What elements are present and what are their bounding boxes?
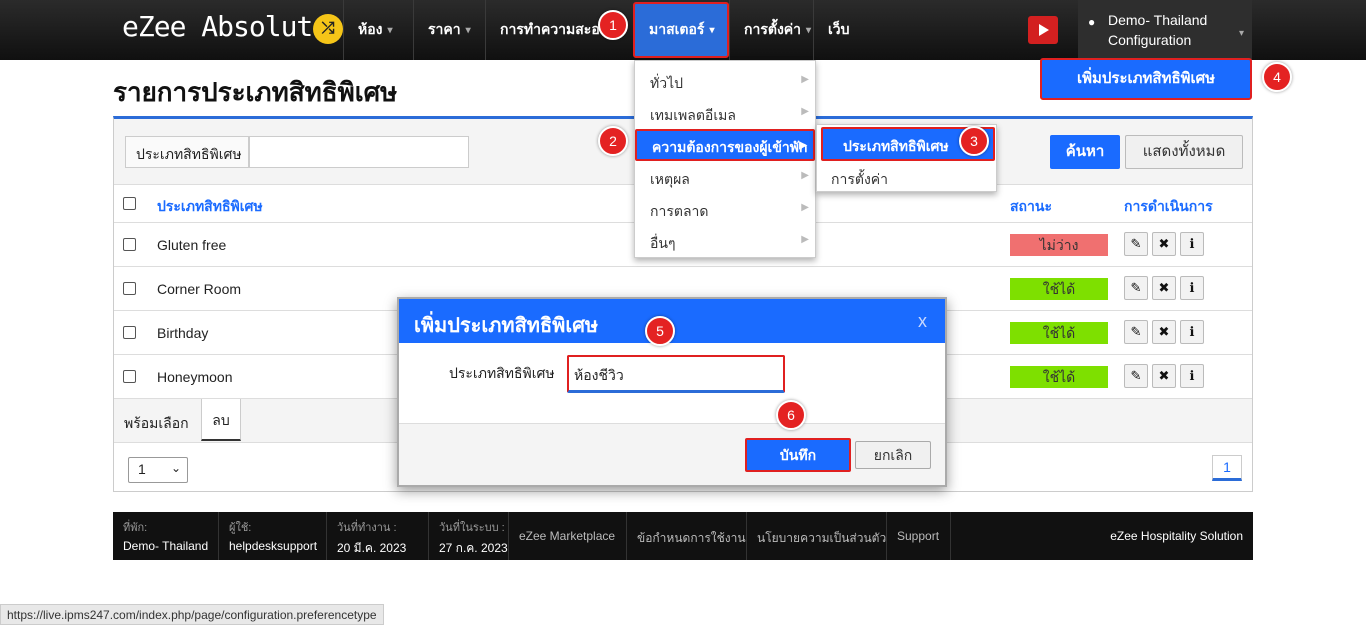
- footer-user: ผู้ใช้: helpdesksupport: [219, 512, 327, 560]
- chevron-down-icon: ▾: [1238, 28, 1244, 39]
- chevron-right-icon: ▶: [801, 74, 809, 85]
- menu-item-marketing[interactable]: การตลาด ▶: [635, 193, 815, 225]
- user-menu[interactable]: ● Demo- Thailand Configuration ▾: [1078, 0, 1252, 60]
- page-title: รายการประเภทสิทธิพิเศษ: [113, 77, 398, 107]
- column-header-name[interactable]: ประเภทสิทธิพิเศษ: [157, 196, 263, 218]
- footer-link-privacy[interactable]: นโยบายความเป็นส่วนตัว: [747, 512, 887, 560]
- column-header-status: สถานะ: [1010, 198, 1052, 214]
- pencil-icon[interactable]: ✎: [1124, 276, 1148, 300]
- show-all-button[interactable]: แสดงทั้งหมด: [1125, 135, 1243, 169]
- footer-link-marketplace[interactable]: eZee Marketplace: [509, 512, 627, 560]
- select-all-checkbox[interactable]: [123, 197, 136, 210]
- search-button[interactable]: ค้นหา: [1050, 135, 1120, 169]
- step-marker-2: 2: [598, 126, 628, 156]
- pencil-icon[interactable]: ✎: [1124, 320, 1148, 344]
- filter-label: ประเภทสิทธิพิเศษ: [125, 136, 249, 168]
- nav-web[interactable]: เว็บ: [813, 0, 863, 60]
- chevron-down-icon: ▾: [465, 24, 471, 36]
- master-dropdown-menu: ทั่วไป ▶ เทมเพลตอีเมล ▶ ความต้องการของผู้เ…: [634, 60, 816, 258]
- menu-item-guest-preferences[interactable]: ความต้องการของผู้เข้าพัก ▶: [635, 129, 815, 161]
- info-icon[interactable]: ℹ: [1180, 320, 1204, 344]
- chevron-right-icon: ▶: [801, 202, 809, 213]
- nav-settings[interactable]: การตั้งค่า ▾: [729, 0, 813, 60]
- user-icon: ●: [1088, 15, 1096, 29]
- preference-type-input[interactable]: ห้องชีวิว: [567, 355, 785, 393]
- row-name: Corner Room: [157, 281, 242, 297]
- chevron-right-icon: ▶: [801, 106, 809, 117]
- cancel-button[interactable]: ยกเลิก: [855, 441, 931, 469]
- row-checkbox[interactable]: [123, 282, 136, 295]
- pencil-icon[interactable]: ✎: [1124, 232, 1148, 256]
- status-badge[interactable]: ใช้ได้: [1010, 322, 1108, 344]
- row-name: Honeymoon: [157, 369, 233, 385]
- youtube-icon[interactable]: [1028, 16, 1058, 44]
- footer-brand[interactable]: eZee Hospitality Solution: [1110, 529, 1243, 543]
- page-size-select[interactable]: 1 ⌄: [128, 457, 188, 483]
- row-name: Gluten free: [157, 237, 227, 253]
- chevron-down-icon: ▾: [709, 24, 715, 36]
- nav-rates[interactable]: ราคา ▾: [413, 0, 485, 60]
- info-icon[interactable]: ℹ: [1180, 232, 1204, 256]
- modal-footer: บันทึก ยกเลิก: [399, 423, 945, 485]
- footer-system-date: วันที่ในระบบ : 27 ก.ค. 2023: [429, 512, 509, 560]
- footer-workday: วันที่ทำงาน : 20 มี.ค. 2023: [327, 512, 429, 560]
- modal-title: เพิ่มประเภทสิทธิพิเศษ: [414, 315, 599, 337]
- close-icon[interactable]: ✖: [1152, 364, 1176, 388]
- preference-type-label: ประเภทสิทธิพิเศษ: [449, 365, 555, 381]
- delete-tab[interactable]: ลบ: [201, 399, 241, 441]
- status-badge[interactable]: ใช้ได้: [1010, 366, 1108, 388]
- nav-rooms[interactable]: ห้อง ▾: [343, 0, 413, 60]
- info-icon[interactable]: ℹ: [1180, 276, 1204, 300]
- step-marker-6: 6: [776, 400, 806, 430]
- chevron-right-icon: ▶: [801, 234, 809, 245]
- user-role: Configuration: [1108, 32, 1192, 48]
- nav-master[interactable]: มาสเตอร์ ▾: [633, 2, 729, 58]
- pencil-icon[interactable]: ✎: [1124, 364, 1148, 388]
- app-logo[interactable]: eZee Absolute: [122, 10, 329, 43]
- chevron-down-icon: ▾: [806, 24, 812, 36]
- app-footer: ที่พัก: Demo- Thailand ผู้ใช้: helpdesks…: [113, 512, 1253, 560]
- menu-item-email-templates[interactable]: เทมเพลตอีเมล ▶: [635, 97, 815, 129]
- pagination-page[interactable]: 1: [1212, 455, 1242, 481]
- footer-property: ที่พัก: Demo- Thailand: [113, 512, 219, 560]
- row-checkbox[interactable]: [123, 238, 136, 251]
- info-icon[interactable]: ℹ: [1180, 364, 1204, 388]
- top-navbar: eZee Absolute ⤮ ห้อง ▾ ราคา ▾ การทำความสะอ…: [0, 0, 1366, 60]
- shuffle-icon[interactable]: ⤮: [313, 14, 343, 44]
- save-button[interactable]: บันทึก: [745, 438, 851, 472]
- menu-item-general[interactable]: ทั่วไป ▶: [635, 65, 815, 97]
- close-icon[interactable]: ✖: [1152, 276, 1176, 300]
- step-marker-5: 5: [645, 316, 675, 346]
- close-icon[interactable]: ✖: [1152, 320, 1176, 344]
- user-name: Demo- Thailand: [1108, 12, 1208, 28]
- browser-status-url: https://live.ipms247.com/index.php/page/…: [0, 604, 384, 625]
- submenu-item-settings[interactable]: การตั้งค่า: [831, 169, 888, 191]
- chevron-right-icon: ▶: [801, 170, 809, 181]
- row-name: Birthday: [157, 325, 209, 341]
- row-checkbox[interactable]: [123, 326, 136, 339]
- ready-select-label: พร้อมเลือก: [124, 415, 189, 431]
- chevron-down-icon: ⌄: [170, 461, 181, 475]
- step-marker-1: 1: [598, 10, 628, 40]
- close-icon[interactable]: ✖: [1152, 232, 1176, 256]
- add-preference-type-button[interactable]: เพิ่มประเภทสิทธิพิเศษ: [1040, 58, 1252, 100]
- footer-link-support[interactable]: Support: [887, 512, 951, 560]
- chevron-right-icon: ▶: [799, 140, 807, 151]
- step-marker-4: 4: [1262, 62, 1292, 92]
- chevron-down-icon: ▾: [387, 24, 393, 36]
- menu-item-reasons[interactable]: เหตุผล ▶: [635, 161, 815, 193]
- close-icon[interactable]: x: [918, 311, 927, 332]
- filter-input[interactable]: [249, 136, 469, 168]
- status-badge[interactable]: ไม่ว่าง: [1010, 234, 1108, 256]
- step-marker-3: 3: [959, 126, 989, 156]
- footer-link-terms[interactable]: ข้อกำหนดการใช้งาน: [627, 512, 747, 560]
- row-checkbox[interactable]: [123, 370, 136, 383]
- status-badge[interactable]: ใช้ได้: [1010, 278, 1108, 300]
- column-header-actions: การดำเนินการ: [1124, 198, 1213, 214]
- menu-item-others[interactable]: อื่นๆ ▶: [635, 225, 815, 257]
